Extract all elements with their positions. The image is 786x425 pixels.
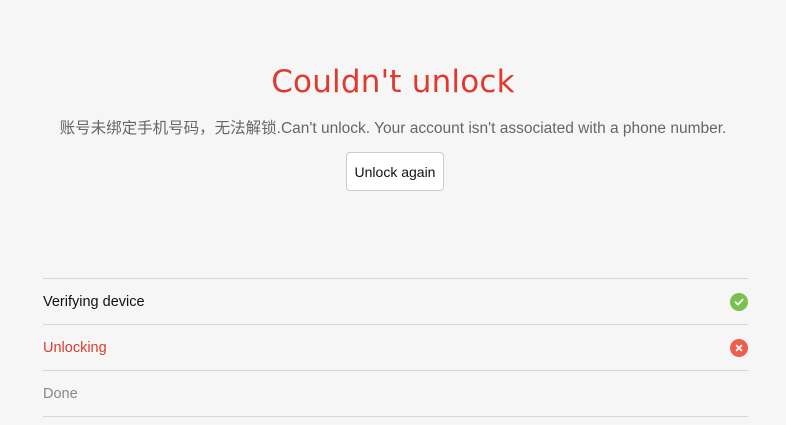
unlock-result-page: Couldn't unlock 账号未绑定手机号码，无法解锁.Can't unl… — [0, 0, 786, 425]
step-label: Verifying device — [43, 293, 145, 310]
step-unlocking: Unlocking — [43, 325, 748, 371]
step-done: Done — [43, 371, 748, 417]
step-verifying-device: Verifying device — [43, 279, 748, 325]
unlock-again-button[interactable]: Unlock again — [346, 152, 444, 191]
page-title: Couldn't unlock — [271, 64, 515, 100]
check-circle-icon — [730, 292, 748, 311]
progress-steps: Verifying device Unlocking Done — [43, 278, 748, 417]
step-label: Unlocking — [43, 339, 107, 356]
step-label: Done — [43, 385, 78, 402]
close-circle-icon — [730, 338, 748, 357]
error-message: 账号未绑定手机号码，无法解锁.Can't unlock. Your accoun… — [59, 120, 727, 137]
